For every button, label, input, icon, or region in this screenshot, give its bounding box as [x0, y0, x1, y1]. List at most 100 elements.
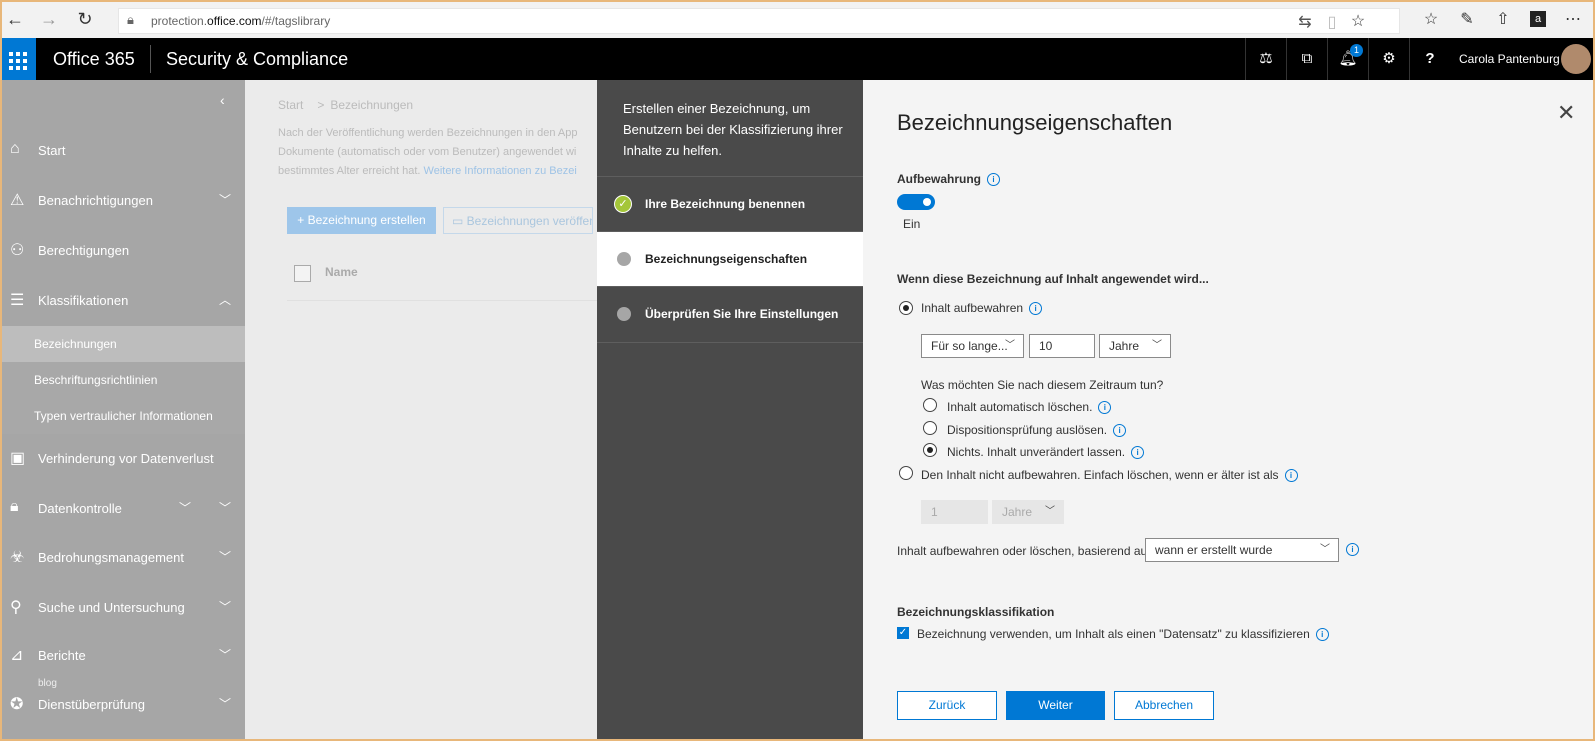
nav-label: Start: [38, 143, 66, 158]
info-icon[interactable]: i: [1346, 542, 1359, 557]
translate-icon[interactable]: ⇆: [1294, 12, 1316, 32]
keep-content-radio[interactable]: [899, 301, 913, 315]
wizard-steps: Erstellen einer Bezeichnung, um Benutzer…: [597, 80, 863, 741]
do-nothing-radio[interactable]: [923, 443, 937, 457]
nav-item-service-assurance[interactable]: ✪ Dienstüberprüfung ﹀: [0, 679, 245, 729]
learn-more-link[interactable]: Weitere Informationen zu Bezei: [424, 165, 577, 177]
nav-label: Berechtigungen: [38, 243, 130, 258]
favorites-list-icon[interactable]: ☆: [1420, 9, 1442, 29]
dont-keep-radio[interactable]: [899, 466, 913, 480]
nav-item-permissions[interactable]: ⚇ Berechtigungen: [0, 225, 245, 275]
refresh-icon[interactable]: ↻: [74, 8, 96, 30]
duration-select[interactable]: Für so lange... ﹀: [921, 334, 1024, 358]
nav-item-search[interactable]: ⚲ Suche und Untersuchung ﹀: [0, 582, 245, 632]
info-icon[interactable]: i: [1284, 469, 1298, 483]
back-button[interactable]: Zurück: [897, 691, 997, 720]
info-icon[interactable]: i: [987, 173, 1000, 187]
info-icon[interactable]: i: [1315, 628, 1329, 642]
record-checkbox[interactable]: ✓: [897, 627, 909, 639]
app-title[interactable]: Security & Compliance: [166, 49, 348, 70]
create-label-button[interactable]: + Bezeichnung erstellen: [287, 207, 436, 234]
header-divider: [150, 45, 151, 73]
pen-icon[interactable]: ✎: [1456, 9, 1478, 29]
settings-gear-icon[interactable]: ⚙: [1368, 38, 1409, 80]
desc-line: bestimmtes Alter erreicht hat.: [278, 165, 421, 177]
avatar[interactable]: [1561, 44, 1591, 74]
share-icon[interactable]: ⇧: [1492, 9, 1514, 29]
step-dot-icon: [617, 307, 631, 321]
help-icon[interactable]: ?: [1409, 38, 1450, 80]
favorite-star-icon[interactable]: ☆: [1347, 11, 1369, 31]
biohazard-icon: ☣: [10, 549, 25, 566]
column-header-name[interactable]: Name: [325, 265, 358, 279]
nav-item-start[interactable]: ⌂ Start: [0, 125, 245, 175]
nav-label: Berichte: [38, 648, 86, 663]
sub-label: Bezeichnungen: [34, 337, 117, 351]
duration-unit-select[interactable]: Jahre ﹀: [1099, 334, 1171, 358]
chevron-down-icon: ﹀: [219, 648, 232, 662]
step-label-properties[interactable]: Bezeichnungseigenschaften: [597, 231, 863, 287]
chevron-down-icon: ﹀: [219, 600, 232, 614]
duration-value-input[interactable]: 10: [1029, 334, 1095, 358]
after-period-question: Was möchten Sie nach diesem Zeitraum tun…: [921, 378, 1164, 392]
info-icon[interactable]: i: [1346, 543, 1359, 557]
nav-label: Datenkontrolle: [38, 501, 122, 516]
info-icon[interactable]: i: [1113, 424, 1127, 438]
step-label: Überprüfen Sie Ihre Einstellungen: [645, 307, 839, 321]
nav-item-data-governance[interactable]: 🔒︎ Datenkontrolle ﹀ ﹀: [0, 483, 245, 533]
collapse-nav-icon[interactable]: ‹: [220, 92, 225, 108]
reading-view-icon[interactable]: ▯: [1321, 12, 1343, 32]
people-icon: ⚇: [10, 242, 25, 259]
step-name-label[interactable]: ✓ Ihre Bezeichnung benennen: [597, 176, 863, 232]
classification-heading: Bezeichnungsklassifikation: [897, 605, 1055, 619]
info-icon[interactable]: i: [1098, 401, 1112, 415]
desc-line: Nach der Veröffentlichung werden Bezeich…: [278, 127, 578, 139]
delete-after-value-input[interactable]: 1: [921, 500, 988, 524]
app-launcher-icon[interactable]: [0, 38, 36, 80]
publish-labels-button[interactable]: ▭ Bezeichnungen veröffent: [443, 207, 593, 234]
notifications-button[interactable]: 🔔︎ 1: [1327, 38, 1368, 80]
sub-item-sensitive-types[interactable]: Typen vertraulicher Informationen: [0, 398, 245, 434]
nav-item-reports[interactable]: ⊿ Berichte ﹀: [0, 630, 245, 680]
page-description: Nach der Veröffentlichung werden Bezeich…: [278, 124, 598, 181]
nav-item-classifications[interactable]: ☰ Klassifikationen ︿: [0, 275, 245, 325]
sub-item-label-policies[interactable]: Beschriftungsrichtlinien: [0, 362, 245, 398]
step-review-settings[interactable]: Überprüfen Sie Ihre Einstellungen: [597, 286, 863, 343]
create-label-text: Bezeichnung erstellen: [307, 213, 426, 227]
brand-title[interactable]: Office 365: [53, 49, 135, 70]
back-arrow-icon[interactable]: ←: [4, 8, 26, 30]
info-icon[interactable]: i: [1131, 446, 1145, 460]
breadcrumb: Start > Bezeichnungen: [278, 98, 414, 112]
info-icon[interactable]: i: [1029, 302, 1043, 316]
sub-item-labels[interactable]: Bezeichnungen: [0, 326, 245, 362]
delete-unit-value: Jahre: [1002, 505, 1033, 519]
wizard-intro: Erstellen einer Bezeichnung, um Benutzer…: [623, 101, 843, 158]
nav-label: Klassifikationen: [38, 293, 129, 308]
close-icon[interactable]: ✕: [1557, 100, 1575, 126]
nav-item-threat-management[interactable]: ☣ Bedrohungsmanagement ﹀: [0, 532, 245, 582]
select-all-checkbox[interactable]: [294, 265, 311, 282]
chart-icon: ⊿: [10, 647, 24, 664]
retention-toggle[interactable]: [897, 194, 935, 210]
delete-after-unit-select[interactable]: Jahre ﹀: [992, 500, 1064, 524]
nav-item-dlp[interactable]: ▣ Verhinderung vor Datenverlust: [0, 433, 245, 483]
toggle-state: Ein: [903, 217, 921, 231]
address-bar[interactable]: 🔒︎ protection.office.com/#/tagslibrary ⇆…: [118, 8, 1400, 34]
compliance-icon[interactable]: ⚖: [1245, 38, 1286, 80]
plus-icon: +: [297, 213, 308, 227]
screen-icon[interactable]: ⧉: [1286, 38, 1327, 80]
more-icon[interactable]: ⋯: [1562, 9, 1584, 29]
desc-line: Dokumente (automatisch oder vom Benutzer…: [278, 146, 577, 158]
notification-badge: 1: [1350, 44, 1363, 57]
cancel-button[interactable]: Abbrechen: [1114, 691, 1214, 720]
amazon-icon[interactable]: a: [1530, 11, 1546, 27]
nav-item-alerts[interactable]: ⚠ Benachrichtigungen ﹀: [0, 175, 245, 225]
auto-delete-radio[interactable]: [923, 398, 937, 412]
based-on-select[interactable]: wann er erstellt wurde ﹀: [1145, 538, 1339, 562]
disposition-review-radio[interactable]: [923, 421, 937, 435]
user-name[interactable]: Carola Pantenburg: [1459, 52, 1560, 66]
next-button[interactable]: Weiter: [1006, 691, 1105, 720]
forward-arrow-icon[interactable]: →: [38, 8, 60, 30]
chevron-down-icon: ﹀: [1320, 544, 1330, 555]
breadcrumb-start[interactable]: Start: [278, 98, 303, 112]
